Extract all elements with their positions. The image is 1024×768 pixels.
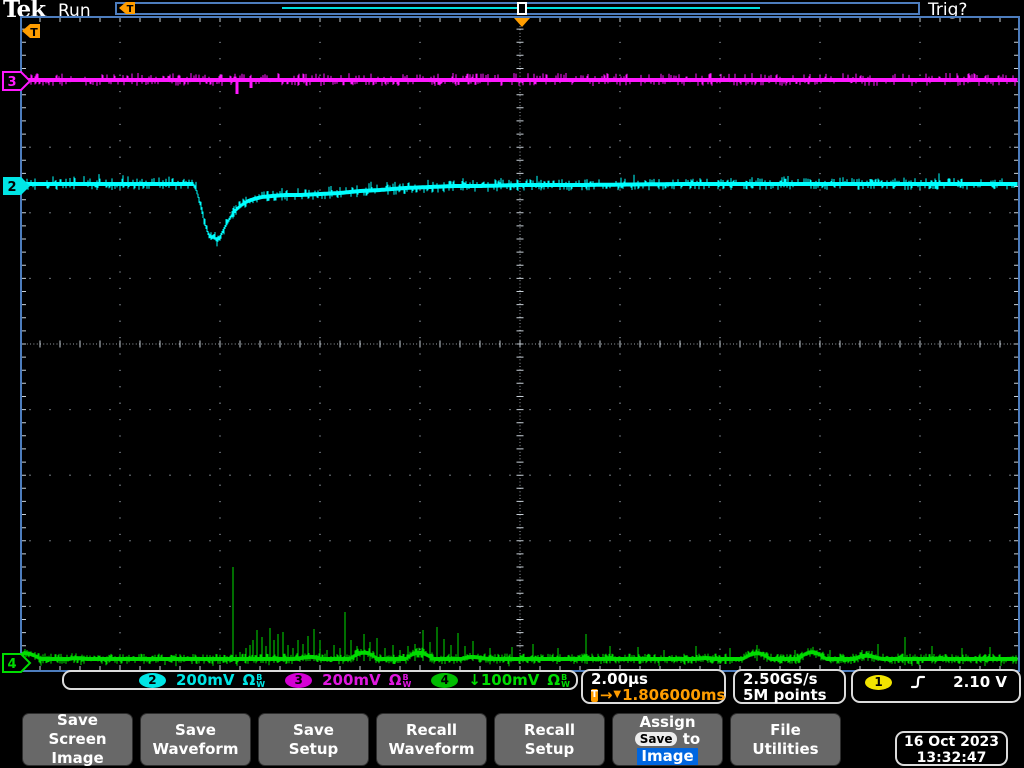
- ch3-badge[interactable]: 3: [285, 672, 313, 688]
- record-trigger-t-icon[interactable]: T: [118, 2, 136, 15]
- ch4-badge[interactable]: 4: [431, 672, 459, 688]
- date-label: 16 Oct 2023: [903, 734, 1000, 750]
- ch2-coupling: Ω: [242, 671, 256, 689]
- horizontal-readout-box[interactable]: 2.00µs T → ▼ 1.806000ms: [581, 669, 726, 704]
- ch4-marker-label: 4: [7, 657, 16, 672]
- ch4-bw-w: W: [561, 680, 570, 689]
- btn-line: File: [770, 720, 801, 739]
- horizontal-delay-row: T → ▼ 1.806000ms: [591, 686, 725, 704]
- ch4-position-marker[interactable]: 4: [2, 653, 32, 673]
- btn-line: Save: [57, 711, 98, 729]
- ch4-coupling: Ω: [547, 671, 561, 689]
- trigger-readout-box[interactable]: 1 2.10 V: [851, 669, 1021, 703]
- record-length: 5M points: [743, 686, 827, 704]
- horizontal-scale: 2.00µs: [591, 670, 648, 688]
- btn-line: Waveform: [388, 739, 475, 758]
- ch2-badge[interactable]: 2: [138, 672, 166, 688]
- sample-rate: 2.50GS/s: [743, 670, 818, 688]
- trigger-position-triangle: [514, 18, 530, 27]
- ch4-readout[interactable]: 4 ↓100mV Ω B W: [431, 671, 570, 689]
- btn-line: to: [682, 730, 701, 748]
- save-pill-badge: Save: [634, 732, 678, 746]
- time-label: 13:32:47: [916, 750, 987, 766]
- ch3-marker-label: 3: [7, 75, 16, 90]
- btn-line: Setup: [288, 739, 339, 758]
- ch3-bw-w: W: [402, 680, 412, 689]
- btn-line: Screen Image: [48, 730, 107, 767]
- channel-readout-box: 2 200mV Ω B W 3 200mV Ω B W 4 ↓100mV Ω B…: [62, 670, 578, 690]
- trigger-source-badge[interactable]: 1: [865, 674, 892, 690]
- datetime-box: 16 Oct 2023 13:32:47: [895, 731, 1008, 766]
- acquisition-readout-box[interactable]: 2.50GS/s 5M points: [733, 669, 846, 704]
- ch3-readout[interactable]: 3 200mV Ω B W: [285, 671, 411, 689]
- ch3-position-marker[interactable]: 3: [2, 71, 32, 91]
- btn-line: Assign: [639, 713, 696, 731]
- recall-waveform-button[interactable]: Recall Waveform: [376, 713, 487, 766]
- assign-target-highlight: Image: [637, 748, 698, 765]
- delay-t-icon: T: [591, 688, 598, 702]
- trigger-level-value: 2.10 V: [953, 673, 1007, 691]
- graticule: [20, 16, 1020, 672]
- ch3-bandwidth-icon: B W: [402, 674, 412, 689]
- btn-line: Save: [293, 720, 334, 739]
- recall-setup-button[interactable]: Recall Setup: [494, 713, 605, 766]
- waveform-display: [20, 16, 1020, 672]
- save-waveform-button[interactable]: Save Waveform: [140, 713, 251, 766]
- ch4-bandwidth-icon: B W: [561, 674, 570, 689]
- ch3-scale: 200mV: [322, 671, 381, 689]
- assign-middle-row: Save to: [634, 730, 701, 748]
- delay-triangle-icon: ▼: [613, 689, 622, 700]
- ch2-position-marker[interactable]: 2: [2, 176, 32, 196]
- ch2-readout[interactable]: 2 200mV Ω B W: [138, 671, 266, 689]
- trigger-level-marker[interactable]: T: [21, 23, 41, 39]
- save-screen-image-button[interactable]: Save Screen Image: [22, 711, 133, 767]
- file-utilities-button[interactable]: File Utilities: [730, 713, 841, 766]
- record-trigger-t-label: T: [127, 4, 134, 15]
- btn-line: Recall: [405, 720, 458, 739]
- rising-edge-icon: [910, 675, 926, 689]
- ch3-coupling: Ω: [388, 671, 402, 689]
- btn-line: Save: [175, 720, 216, 739]
- ch4-scale: ↓100mV: [468, 671, 540, 689]
- btn-line: Utilities: [752, 739, 819, 758]
- btn-line: Waveform: [152, 739, 239, 758]
- save-setup-button[interactable]: Save Setup: [258, 713, 369, 766]
- ch2-marker-label: 2: [7, 180, 16, 195]
- btn-line: Recall: [523, 720, 576, 739]
- ch2-bw-w: W: [256, 680, 266, 689]
- btn-line: Setup: [524, 739, 575, 758]
- ch2-bandwidth-icon: B W: [256, 674, 266, 689]
- horizontal-delay-value: 1.806000ms: [622, 686, 726, 704]
- assign-save-to-image-button[interactable]: Assign Save to Image: [612, 713, 723, 766]
- record-view-bar[interactable]: T: [115, 2, 920, 15]
- trigger-level-t-label: T: [30, 26, 38, 39]
- record-view-bracket[interactable]: [517, 2, 527, 15]
- delay-arrow-icon: →: [599, 686, 613, 704]
- ch2-scale: 200mV: [175, 671, 235, 689]
- oscilloscope-screen: Tek Run Trig? T T 3 2 4 2 200mV Ω B W 3 …: [0, 0, 1024, 768]
